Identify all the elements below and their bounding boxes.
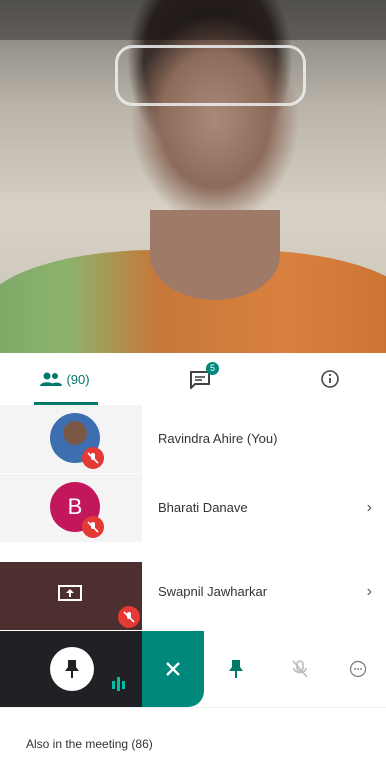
chevron-right-icon[interactable]: › [367,474,372,542]
participant-row[interactable]: Ravindra Ahire (You) [0,405,386,473]
participant-row[interactable]: Swapnil Jawharkar › [0,562,386,630]
close-button[interactable] [142,631,204,707]
participant-name: Swapnil Jawharkar [158,584,268,599]
mic-off-icon [292,660,308,678]
audio-level-icon [112,677,125,691]
people-icon [40,372,63,386]
self-tile [0,631,142,707]
video-person [150,210,280,300]
pin-avatar [50,647,94,691]
more-icon [349,660,367,678]
video-top-shade [0,0,386,40]
participant-actions [0,631,386,707]
pin-button[interactable] [214,631,258,707]
tab-info[interactable] [300,353,360,405]
participant-row[interactable]: B Bharati Danave › [0,474,386,542]
tab-people[interactable]: (90) [20,353,110,405]
video-person-glasses [115,45,306,106]
participant-name: Ravindra Ahire (You) [158,431,278,446]
pin-icon [65,660,79,678]
present-screen-icon [58,585,82,601]
also-in-meeting-label: Also in the meeting (86) [26,737,153,751]
participant-name: Bharati Danave [158,500,248,515]
participant-tile: B [0,474,142,542]
presenting-tile [0,562,142,630]
pin-icon [229,660,243,678]
close-icon [166,662,180,676]
participant-tile [0,405,142,473]
info-icon [321,370,339,388]
mute-button[interactable] [278,631,322,707]
chat-badge: 5 [206,362,219,375]
muted-icon [82,447,104,469]
also-in-meeting-section: Also in the meeting (86) [0,707,386,770]
chevron-right-icon[interactable]: › [367,562,372,630]
tab-chat[interactable]: 5 [170,353,230,405]
muted-icon [82,516,104,538]
main-video-feed[interactable] [0,0,386,353]
muted-icon [118,606,140,628]
more-options-button[interactable] [336,631,380,707]
people-count: (90) [66,371,90,387]
tab-bar: (90) 5 [0,353,386,406]
